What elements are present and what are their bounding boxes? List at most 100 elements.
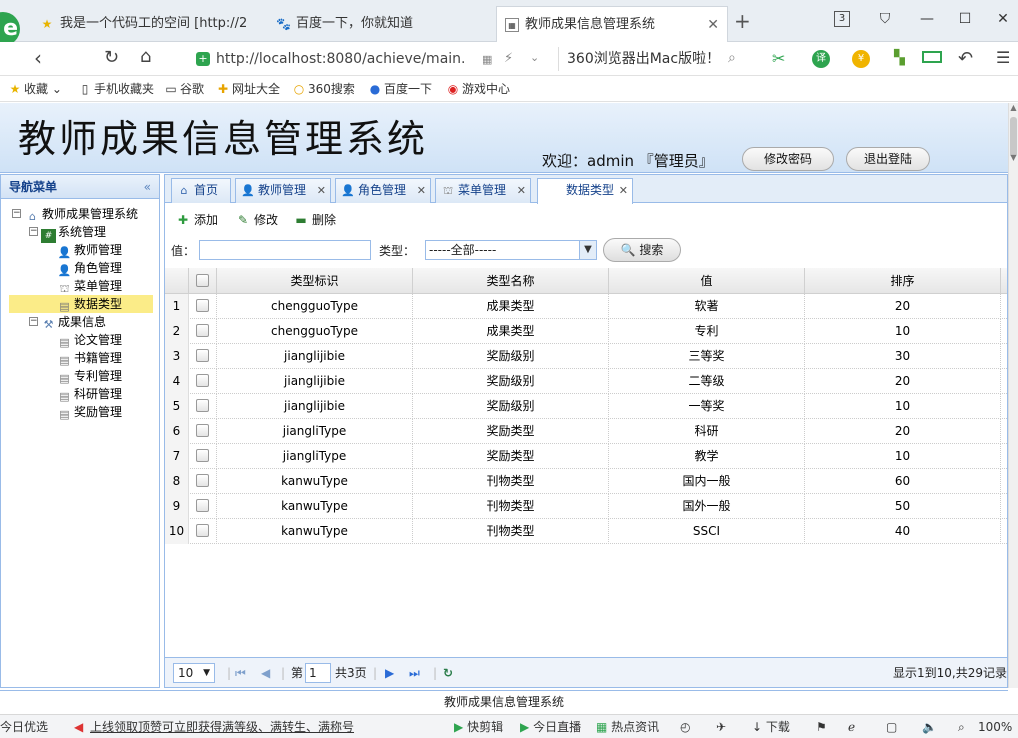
pin-icon[interactable]: ✈ xyxy=(716,718,726,736)
type-select[interactable]: -----全部----- ▼ xyxy=(425,240,597,260)
table-row[interactable]: 5 jianglijibie 奖励级别 一等奖 10 xyxy=(165,394,1007,419)
refresh-icon[interactable]: ↻ xyxy=(104,47,119,68)
table-row[interactable]: 8 kanwuType 刊物类型 国内一般 60 xyxy=(165,469,1007,494)
row-checkbox-cell[interactable] xyxy=(189,469,217,494)
tree-group-system[interactable]: # 系统管理 xyxy=(41,223,106,243)
collapse-toggle-icon[interactable]: − xyxy=(12,209,21,218)
lightning-icon[interactable]: ⚡ xyxy=(504,51,513,66)
row-checkbox-cell[interactable] xyxy=(189,319,217,344)
table-row[interactable]: 3 jianglijibie 奖励级别 三等奖 30 xyxy=(165,344,1007,369)
tree-item-datatype-selected[interactable]: ▤ 数据类型 xyxy=(9,295,153,313)
collapse-toggle-icon[interactable]: − xyxy=(29,317,38,326)
tree-item-research[interactable]: ▤ 科研管理 xyxy=(57,385,122,403)
row-checkbox[interactable] xyxy=(196,499,209,512)
tree-item-award[interactable]: ▤ 奖励管理 xyxy=(57,403,122,421)
menu-icon[interactable]: ☰ xyxy=(996,48,1010,67)
battery-icon[interactable] xyxy=(922,51,942,63)
grid-apps-icon[interactable]: ▦ xyxy=(482,53,492,66)
row-checkbox[interactable] xyxy=(196,374,209,387)
row-checkbox[interactable] xyxy=(196,299,209,312)
logout-button[interactable]: 退出登陆 xyxy=(846,147,930,171)
browser-tab-3-active[interactable]: ▦ 教师成果信息管理系统 ✕ xyxy=(496,6,728,42)
tree-item-paper[interactable]: ▤ 论文管理 xyxy=(57,331,122,349)
first-page-icon[interactable]: ⏮ xyxy=(235,664,246,682)
column-header-type-id[interactable]: 类型标识 xyxy=(217,268,413,294)
row-checkbox[interactable] xyxy=(196,524,209,537)
undo-icon[interactable]: ↶ xyxy=(958,48,973,69)
flag-icon[interactable]: ⚑ xyxy=(816,718,827,736)
table-row[interactable]: 4 jianglijibie 奖励级别 二等级 20 xyxy=(165,369,1007,394)
scissors-icon[interactable]: ✂ xyxy=(772,49,785,68)
news-ticker[interactable]: 上线领取顶赞可立即获得满等级、满转生、满称号 xyxy=(90,718,354,736)
chevron-down-icon[interactable]: ▼ xyxy=(579,241,596,259)
column-header-value[interactable]: 值 xyxy=(609,268,805,294)
row-checkbox[interactable] xyxy=(196,349,209,362)
next-page-icon[interactable]: ▶ xyxy=(385,664,394,682)
table-row[interactable]: 6 jiangliType 奖励类型 科研 20 xyxy=(165,419,1007,444)
close-tab-icon[interactable]: ✕ xyxy=(707,7,719,42)
speed-icon[interactable]: ◴ xyxy=(680,718,690,736)
window-icon[interactable]: ▢ xyxy=(886,718,897,736)
search-input[interactable]: 360浏览器出Mac版啦！ xyxy=(558,47,748,71)
tab-counter[interactable]: 3 xyxy=(834,11,850,27)
tab-datatype-active[interactable]: 数据类型 ✕ xyxy=(537,178,633,204)
column-header-type-name[interactable]: 类型名称 xyxy=(413,268,609,294)
scroll-up-icon[interactable]: ▲ xyxy=(1009,103,1018,112)
edit-button[interactable]: ✎ 修改 xyxy=(235,209,278,231)
bookmark-baidu[interactable]: ● 百度一下 xyxy=(368,80,432,98)
select-all-checkbox-cell[interactable] xyxy=(189,268,217,294)
close-tab-icon[interactable]: ✕ xyxy=(417,179,426,202)
column-header-order[interactable]: 排序 xyxy=(805,268,1001,294)
prev-page-icon[interactable]: ◀ xyxy=(261,664,270,682)
refresh-icon[interactable]: ↻ xyxy=(443,664,453,682)
close-tab-icon[interactable]: ✕ xyxy=(619,179,628,202)
search-icon[interactable]: ⌕ xyxy=(728,50,736,66)
close-window-icon[interactable]: ✕ xyxy=(992,8,1014,30)
bookmark-sites[interactable]: ✚ 网址大全 xyxy=(216,80,280,98)
url-input[interactable]: http://localhost:8080/achieve/main. xyxy=(190,47,550,71)
table-row[interactable]: 9 kanwuType 刊物类型 国外一般 50 xyxy=(165,494,1007,519)
search-button[interactable]: 🔍 搜索 xyxy=(603,238,681,262)
select-all-checkbox[interactable] xyxy=(196,274,209,287)
tab-menu[interactable]: ⛫ 菜单管理 ✕ xyxy=(435,178,531,203)
last-page-icon[interactable]: ⏭ xyxy=(409,664,420,682)
row-checkbox[interactable] xyxy=(196,324,209,337)
chevron-down-icon[interactable]: ⌄ xyxy=(530,51,539,64)
row-checkbox[interactable] xyxy=(196,474,209,487)
table-row[interactable]: 10 kanwuType 刊物类型 SSCI 40 xyxy=(165,519,1007,544)
close-tab-icon[interactable]: ✕ xyxy=(517,179,526,202)
bookmark-mobile[interactable]: ▯ 手机收藏夹 xyxy=(78,80,154,98)
row-checkbox-cell[interactable] xyxy=(189,344,217,369)
home-icon[interactable]: ⌂ xyxy=(140,46,151,67)
new-tab-icon[interactable]: + xyxy=(734,10,751,32)
change-password-button[interactable]: 修改密码 xyxy=(742,147,834,171)
apps-icon[interactable]: ▚ xyxy=(894,50,905,66)
table-row[interactable]: 2 chengguoType 成果类型 专利 10 xyxy=(165,319,1007,344)
row-checkbox[interactable] xyxy=(196,424,209,437)
shirt-skin-icon[interactable]: ⛉ xyxy=(874,8,896,30)
back-icon[interactable]: ‹ xyxy=(34,46,42,70)
collapse-toggle-icon[interactable]: − xyxy=(29,227,38,236)
tree-item-book[interactable]: ▤ 书籍管理 xyxy=(57,349,122,367)
coin-icon[interactable]: ¥ xyxy=(852,50,870,68)
browser-tab-2[interactable]: 🐾 百度一下，你就知道 xyxy=(268,6,494,42)
translate-icon[interactable]: 译 xyxy=(812,50,830,68)
tree-item-role[interactable]: 👤 角色管理 xyxy=(57,259,122,277)
tab-role[interactable]: 👤 角色管理 ✕ xyxy=(335,178,431,203)
browser-tab-1[interactable]: ★ 我是一个代码工的空间 [http://2 xyxy=(32,6,264,42)
page-number-input[interactable]: 1 xyxy=(305,663,331,683)
tree-item-patent[interactable]: ▤ 专利管理 xyxy=(57,367,122,385)
value-input[interactable] xyxy=(199,240,371,260)
add-button[interactable]: ✚ 添加 xyxy=(175,209,218,231)
bookmark-favorites[interactable]: ★ 收藏 ⌄ xyxy=(8,80,62,98)
delete-button[interactable]: ▬ 删除 xyxy=(293,209,336,231)
bookmark-360search[interactable]: ○ 360搜索 xyxy=(292,80,355,98)
scroll-down-icon[interactable]: ▼ xyxy=(1009,153,1018,162)
minimize-icon[interactable]: — xyxy=(916,8,938,30)
page-scrollbar[interactable]: ▲ ▼ xyxy=(1008,103,1018,688)
scroll-thumb[interactable] xyxy=(1010,117,1017,157)
maximize-icon[interactable]: ☐ xyxy=(954,8,976,30)
table-row[interactable]: 1 chengguoType 成果类型 软著 20 xyxy=(165,294,1007,319)
row-checkbox-cell[interactable] xyxy=(189,519,217,544)
zoom-level[interactable]: 100% xyxy=(978,718,1012,736)
